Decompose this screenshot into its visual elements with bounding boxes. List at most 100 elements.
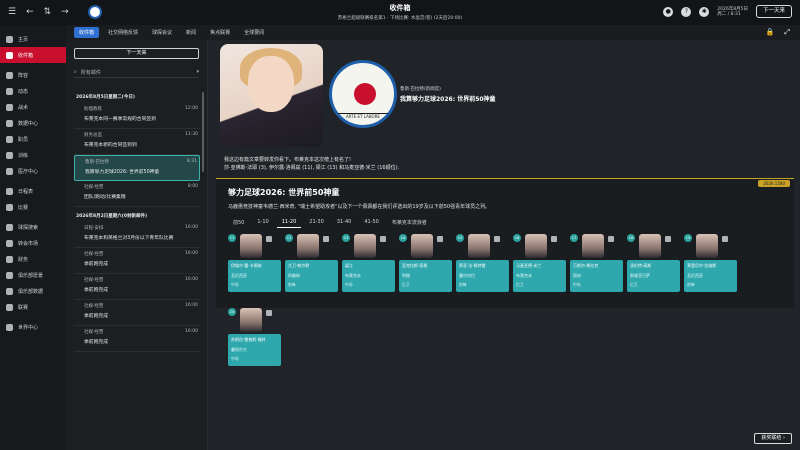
player-card[interactable]: 18 凌伦特·高斯 那维亚巴萨 后卫 [627, 234, 680, 292]
player-card[interactable]: 12 大卫·帕尔默 阿森纳 前锋 [285, 234, 338, 292]
calendar-icon [6, 187, 13, 195]
title-block: 收件箱 苏格兰超级联赛排名第1 · 下场比赛: 水晶宫(客) (2天后20:00… [300, 3, 500, 21]
nav-item-dynamics[interactable]: 动态 [0, 83, 66, 99]
nav-item-scouting[interactable]: 球探搜索 [0, 219, 66, 235]
player-card[interactable]: 15 蒂亚·法·佩特雷 曼尔内巴 前锋 [456, 234, 509, 292]
next-day-button[interactable]: 下一天来 [74, 48, 199, 59]
player-card[interactable]: 20 苏斯伯·雷普斯·福特 曼彻尔大 中场 [228, 308, 281, 366]
forward-arrow-icon[interactable]: → [61, 8, 69, 17]
nav-label: 比赛 [18, 204, 29, 211]
chevron-down-icon[interactable]: ▾ [196, 69, 199, 75]
nav-item-medical[interactable]: 医疗中心 [0, 163, 66, 179]
rank-badge: 12 [285, 234, 293, 242]
nav-label: 主页 [18, 36, 29, 43]
tab-41-50[interactable]: 41-50 [359, 217, 384, 228]
nav-item-inbox[interactable]: 收件箱 [0, 47, 66, 63]
nav-item-matches[interactable]: 比赛 [0, 199, 66, 215]
player-position: 中场 [231, 282, 239, 287]
tab-21-30[interactable]: 21-30 [304, 217, 329, 228]
nav-label: 战术 [18, 104, 29, 111]
player-position: 前锋 [687, 282, 695, 287]
player-card[interactable]: 17 万斯尔·希拉克 国米 中场 [570, 234, 623, 292]
nav-item-finances[interactable]: 财务 [0, 251, 66, 267]
nav-label: 医疗中心 [18, 168, 39, 175]
list-item[interactable]: 社媒·经营 季前跑完成 16:00 [74, 274, 200, 300]
current-date-line1: 2026年8月5日 [717, 6, 748, 12]
list-item[interactable]: 社媒·经营 团队/跑动/比赛集锦 8:00 [74, 181, 200, 207]
menu-icon[interactable]: ☰ [8, 8, 16, 17]
nav-item-league[interactable]: 联赛 [0, 299, 66, 315]
list-item[interactable]: 社媒·经营 季前跑完成 16:00 [74, 326, 200, 352]
player-photo [582, 234, 604, 258]
continue-button[interactable]: 下一天来 [755, 5, 792, 18]
player-card[interactable]: 19 莱登尼尔·拉维斯 瓦伦西亚 前锋 [684, 234, 737, 292]
list-item[interactable]: 社媒·经营 季前跑完成 16:00 [74, 248, 200, 274]
tab-inbox[interactable]: 收件箱 [74, 27, 100, 38]
nav-item-club-data[interactable]: 俱乐部数据 [0, 283, 66, 299]
player-club: 利物 [402, 273, 410, 278]
nav-item-transfers[interactable]: 转会市场 [0, 235, 66, 251]
player-card[interactable]: 14 亚克拉斯·塔格 利物 后卫 [399, 234, 452, 292]
expand-icon[interactable]: ⤢ [784, 28, 790, 37]
player-card[interactable]: 13 梁江 布莱克本 中场 [342, 234, 395, 292]
tab-scout-meeting[interactable]: 球探会议 [147, 27, 177, 38]
tab-focus-league[interactable]: 焦点联赛 [205, 27, 235, 38]
player-card[interactable]: 11 伊维尔·蕾·卡德纳 瓦伦西亚 中场 [228, 234, 281, 292]
player-photo [639, 234, 661, 258]
help-icon[interactable]: ? [681, 6, 692, 17]
nav-item-club-vision[interactable]: 俱乐部愿景 [0, 267, 66, 283]
list-item[interactable]: 日程·安排 布莱克本和英格兰对3月份以下青年队比赛 16:00 [74, 222, 200, 248]
list-item-selected[interactable]: 鲁斯·巴拉特 我算够力足球2026: 世界前50神童 8:31 [74, 155, 200, 181]
player-name: 苏斯伯·雷普斯·福特 [231, 337, 266, 342]
list-item[interactable]: 社媒·经营 季前跑完成 16:00 [74, 300, 200, 326]
list-item[interactable]: 助理教练 布莱克本同一赛季常规的合同签到 12:00 [74, 103, 200, 129]
inbox-scrollbar[interactable] [202, 92, 204, 172]
up-down-arrows-icon[interactable]: ⇅ [44, 8, 52, 17]
message-list[interactable]: 2026年8月5日星期二(今日) 助理教练 布莱克本同一赛季常规的合同签到 12… [66, 88, 208, 450]
rank-badge: 20 [228, 308, 236, 316]
player-position: 后卫 [402, 282, 410, 287]
nav-item-world[interactable]: 世界中心 [0, 319, 66, 335]
nav-item-staff[interactable]: 职员 [0, 131, 66, 147]
reply-button[interactable]: 获奖联结 › [754, 433, 792, 444]
tab-global-news[interactable]: 全球要闻 [239, 27, 269, 38]
tab-social-feedback[interactable]: 社交网络反馈 [103, 27, 143, 38]
message-subject: 布莱克本同一赛季常规的合同签到 [84, 117, 156, 122]
list-item[interactable]: 财务总监 布莱克本新的合同签到到 11:30 [74, 129, 200, 155]
rank-badge: 11 [228, 234, 236, 242]
rank-badge: 13 [342, 234, 350, 242]
data-hub-icon [6, 119, 13, 127]
nav-item-data-hub[interactable]: 数据中心 [0, 115, 66, 131]
nav-label: 日程表 [18, 188, 34, 195]
location-icon[interactable]: ● [663, 6, 674, 17]
player-photo [240, 308, 262, 332]
lock-icon[interactable]: 🔒 [766, 28, 775, 37]
tab-news[interactable]: 新闻 [181, 27, 201, 38]
tab-top50[interactable]: 前50 [228, 217, 249, 228]
nav-item-squad[interactable]: 阵容 [0, 67, 66, 83]
tab-1-10[interactable]: 1-10 [252, 217, 273, 228]
player-photo [468, 234, 490, 258]
tab-11-20[interactable]: 11-20 [276, 217, 302, 228]
message-sender: 社媒·经营 [84, 252, 104, 257]
tab-31-40[interactable]: 31-40 [332, 217, 357, 228]
nav-item-training[interactable]: 训练 [0, 147, 66, 163]
flag-icon [437, 236, 443, 242]
nav-item-schedule[interactable]: 日程表 [0, 183, 66, 199]
club-crest-icon[interactable] [88, 5, 102, 19]
mail-filter[interactable]: ⌕ 所有邮件 ▾ [74, 67, 199, 78]
nav-label: 转会市场 [18, 240, 39, 247]
back-arrow-icon[interactable]: ← [26, 8, 34, 17]
nav-item-tactics[interactable]: 战术 [0, 99, 66, 115]
article-badge: 2026.1580 [758, 180, 790, 187]
tab-blackburn[interactable]: 布莱克本流浪者 [387, 217, 432, 228]
article-title: 够力足球2026: 世界前50神童 [228, 188, 340, 197]
message-subject: 布莱克本和英格兰对3月份以下青年队比赛 [84, 236, 174, 241]
player-card[interactable]: 16 马麦亚德·米兰 布莱克本 后卫 [513, 234, 566, 292]
scouting-icon [6, 223, 13, 231]
nav-item-home[interactable]: 主页 [0, 31, 66, 47]
tab-row-tools: 🔒 ⤢ [766, 28, 790, 37]
flag-icon [266, 236, 272, 242]
training-icon [6, 151, 13, 159]
gear-icon[interactable]: ✱ [699, 6, 710, 17]
